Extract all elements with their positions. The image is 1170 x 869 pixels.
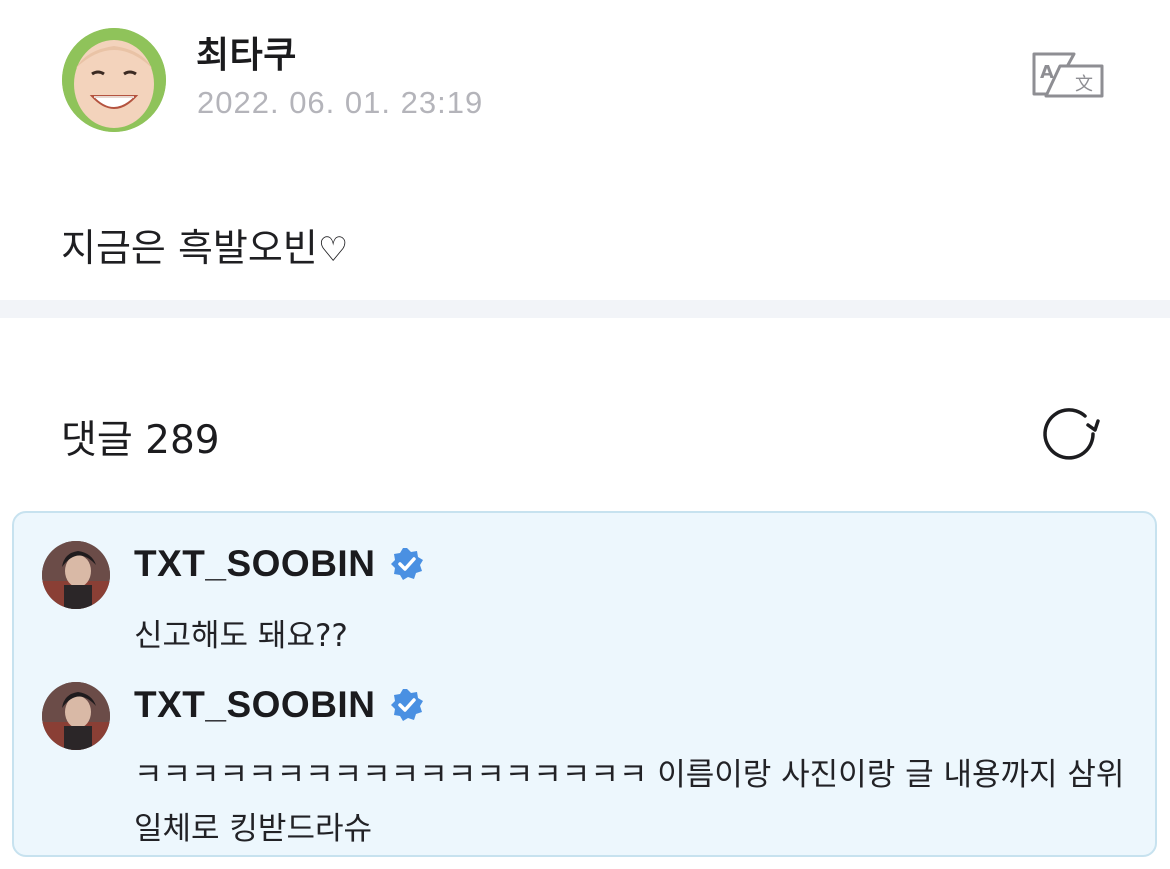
author-avatar[interactable] — [62, 28, 166, 132]
post-header: 최타쿠 2022. 06. 01. 23:19 A 文 — [0, 0, 1170, 150]
post-body: 지금은 흑발오빈♡ — [61, 217, 348, 272]
svg-text:A: A — [1040, 62, 1054, 83]
author-avatar-image — [62, 28, 166, 132]
highlighted-comment-thread: TXT_SOOBIN 신고해도 돼요?? TXT_SOOBIN ㅋㅋㅋㅋㅋㅋㅋㅋ… — [12, 511, 1157, 857]
comment-author[interactable]: TXT_SOOBIN — [134, 684, 425, 726]
translate-icon: A 文 — [1032, 52, 1104, 98]
comments-count: 댓글 289 — [61, 418, 220, 463]
comment-avatar[interactable] — [42, 541, 110, 609]
comment-text: 신고해도 돼요?? — [134, 618, 348, 654]
svg-text:文: 文 — [1075, 74, 1093, 95]
comment-text: ㅋㅋㅋㅋㅋㅋㅋㅋㅋㅋㅋㅋㅋㅋㅋㅋㅋㅋ 이름이랑 사진이랑 글 내용까지 삼위일체… — [134, 757, 1125, 847]
author-name[interactable]: 최타쿠 — [196, 26, 297, 78]
commenter-avatar-image — [42, 541, 110, 609]
section-divider — [0, 300, 1170, 318]
translate-button[interactable]: A 文 — [1030, 50, 1106, 100]
comment-author[interactable]: TXT_SOOBIN — [134, 543, 425, 585]
refresh-icon — [1043, 408, 1100, 460]
post-text: 지금은 흑발오빈 — [61, 226, 318, 270]
post-date: 2022. 06. 01. 23:19 — [197, 85, 484, 120]
commenter-avatar-image — [42, 682, 110, 750]
heart-icon: ♡ — [317, 230, 349, 270]
refresh-button[interactable] — [1038, 403, 1100, 465]
verified-badge-icon — [389, 546, 425, 582]
verified-badge-icon — [389, 687, 425, 723]
comment-avatar[interactable] — [42, 682, 110, 750]
comment-author-name: TXT_SOOBIN — [134, 684, 376, 725]
comment-author-name: TXT_SOOBIN — [134, 543, 376, 584]
post-page: 최타쿠 2022. 06. 01. 23:19 A 文 지금은 흑발오빈♡ 댓글… — [0, 0, 1170, 869]
